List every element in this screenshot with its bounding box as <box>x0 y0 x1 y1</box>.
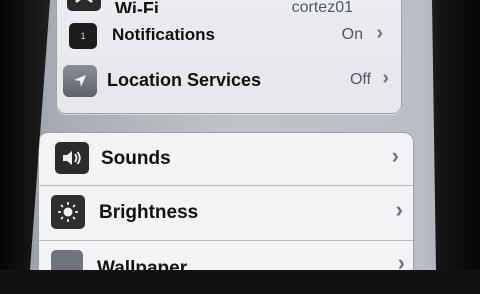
chevron-right-icon: › <box>397 250 405 275</box>
chevron-right-icon: › <box>391 143 399 168</box>
settings-group-network: Wi-Fi cortez01 1 Notifications On › Loca… <box>56 0 402 114</box>
chevron-right-icon: › <box>382 67 389 89</box>
settings-row-label: Notifications <box>112 25 215 44</box>
settings-screen: Wi-Fi cortez01 1 Notifications On › Loca… <box>30 0 436 270</box>
location-arrow-icon <box>63 65 97 97</box>
settings-row-wallpaper[interactable]: Wallpaper › <box>39 240 413 279</box>
wallpaper-icon <box>51 250 83 270</box>
chevron-right-icon: › <box>376 22 383 44</box>
notifications-icon: 1 <box>69 23 97 49</box>
settings-row-value: On <box>341 26 363 43</box>
settings-row-value: Off <box>349 71 371 88</box>
settings-row-label: Location Services <box>107 70 262 90</box>
settings-row-label: Brightness <box>99 202 199 223</box>
settings-row-sounds[interactable]: Sounds › <box>39 133 413 186</box>
settings-row-label: Sounds <box>101 148 171 169</box>
chevron-right-icon: › <box>395 197 403 222</box>
speaker-icon <box>55 142 89 174</box>
settings-row-brightness[interactable]: Brightness › <box>39 185 413 241</box>
settings-row-label: Wallpaper <box>97 258 188 279</box>
wifi-icon <box>67 0 101 11</box>
sun-icon <box>51 195 85 229</box>
settings-row-location-services[interactable]: Location Services Off › <box>57 57 401 113</box>
settings-row-notifications[interactable]: 1 Notifications On › <box>57 13 401 58</box>
settings-row-wifi[interactable]: Wi-Fi cortez01 <box>57 0 401 19</box>
